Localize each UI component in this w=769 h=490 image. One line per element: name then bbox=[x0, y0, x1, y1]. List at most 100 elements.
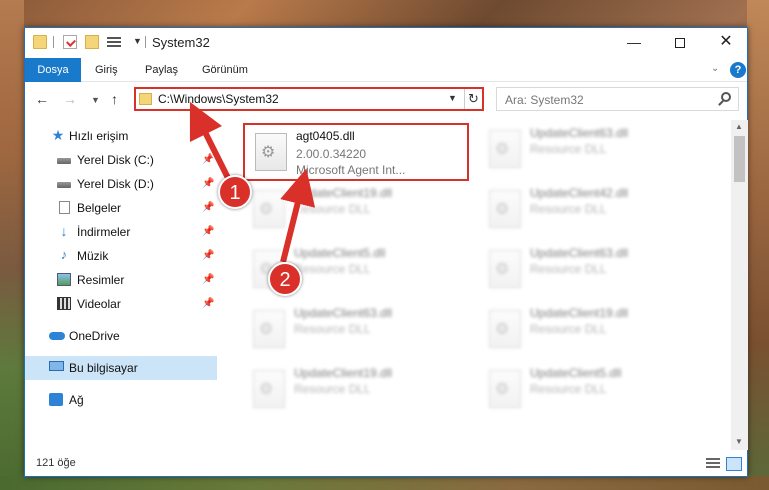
sidebar-item-network[interactable]: Ağ bbox=[25, 388, 217, 412]
file-name: UpdateClient19.dll bbox=[294, 186, 393, 200]
sidebar-item-label: Videolar bbox=[77, 297, 121, 311]
customize-quick-access-icon[interactable] bbox=[107, 35, 127, 49]
desktop-background-right bbox=[747, 0, 769, 490]
back-button[interactable]: ← bbox=[35, 91, 49, 107]
file-description: Microsoft Agent Int... bbox=[296, 163, 406, 177]
vertical-scrollbar[interactable]: ▲ ▼ bbox=[731, 120, 748, 450]
item-count: 121 öğe bbox=[36, 457, 76, 469]
documents-icon bbox=[59, 201, 70, 214]
sidebar-item-pictures[interactable]: Resimler 📌 bbox=[25, 268, 217, 292]
file-name: UpdateClient19.dll bbox=[530, 306, 629, 320]
sidebar-item-videos[interactable]: Videolar 📌 bbox=[25, 292, 217, 316]
sidebar-item-label: Yerel Disk (C:) bbox=[77, 153, 154, 167]
file-name: UpdateClient63.dll bbox=[530, 126, 629, 140]
address-path[interactable]: C:\Windows\System32 bbox=[158, 92, 279, 106]
file-type: Resource DLL bbox=[294, 322, 371, 336]
properties-icon[interactable] bbox=[63, 35, 77, 49]
quick-access-dropdown-icon[interactable]: ▼ bbox=[133, 36, 142, 46]
file-name: agt0405.dll bbox=[296, 129, 355, 143]
expand-ribbon-icon[interactable]: ⌄ bbox=[711, 63, 719, 74]
navigation-bar: ← → ▼ ↑ C:\Windows\System32 ▼ ↻ Ara: Sys… bbox=[25, 83, 747, 117]
sidebar-item-quick-access[interactable]: ★ Hızlı erişim bbox=[25, 124, 217, 148]
up-button[interactable]: ↑ bbox=[111, 91, 118, 107]
videos-icon bbox=[57, 297, 71, 310]
tab-view[interactable]: Görünüm bbox=[202, 58, 248, 82]
scroll-up-icon[interactable]: ▲ bbox=[735, 122, 743, 131]
status-bar: 121 öğe bbox=[25, 452, 747, 476]
file-name: UpdateClient42.dll bbox=[530, 186, 629, 200]
sidebar-item-music[interactable]: ♪ Müzik 📌 bbox=[25, 244, 217, 268]
pin-icon[interactable]: 📌 bbox=[202, 172, 214, 196]
file-item[interactable]: UpdateClient63.dll Resource DLL bbox=[479, 242, 709, 298]
file-item[interactable]: UpdateClient19.dll Resource DLL bbox=[243, 182, 473, 238]
file-type: Resource DLL bbox=[530, 202, 607, 216]
address-bar[interactable]: C:\Windows\System32 ▼ ↻ bbox=[134, 87, 484, 111]
file-name: UpdateClient63.dll bbox=[530, 246, 629, 260]
file-name: UpdateClient5.dll bbox=[294, 246, 386, 260]
window-title: System32 bbox=[152, 35, 210, 50]
sidebar-item-local-disk-d[interactable]: Yerel Disk (D:) 📌 bbox=[25, 172, 217, 196]
navigation-pane: ★ Hızlı erişim Yerel Disk (C:) 📌 Yerel D… bbox=[25, 120, 217, 450]
file-list: agt0405.dll 2.00.0.34220 Microsoft Agent… bbox=[233, 120, 727, 450]
file-item[interactable]: UpdateClient19.dll Resource DLL bbox=[243, 362, 473, 418]
help-icon[interactable]: ? bbox=[730, 62, 746, 78]
file-item[interactable]: UpdateClient19.dll Resource DLL bbox=[479, 302, 709, 358]
dll-file-icon bbox=[489, 310, 521, 348]
sidebar-item-downloads[interactable]: ↓ İndirmeler 📌 bbox=[25, 220, 217, 244]
new-folder-icon[interactable] bbox=[85, 35, 99, 49]
star-icon: ★ bbox=[51, 127, 65, 143]
dll-file-icon bbox=[489, 250, 521, 288]
pin-icon[interactable]: 📌 bbox=[202, 244, 214, 268]
file-name: UpdateClient63.dll bbox=[294, 306, 393, 320]
recent-locations-icon[interactable]: ▼ bbox=[91, 95, 100, 105]
sidebar-item-label: Belgeler bbox=[77, 201, 122, 215]
details-view-icon[interactable] bbox=[706, 458, 720, 470]
step-badge-1: 1 bbox=[218, 175, 252, 209]
file-item[interactable]: UpdateClient5.dll Resource DLL bbox=[479, 362, 709, 418]
file-item[interactable]: UpdateClient42.dll Resource DLL bbox=[479, 182, 709, 238]
forward-button[interactable]: → bbox=[63, 91, 77, 107]
sidebar-item-local-disk-c[interactable]: Yerel Disk (C:) 📌 bbox=[25, 148, 217, 172]
pin-icon[interactable]: 📌 bbox=[202, 196, 214, 220]
large-icons-view-icon[interactable] bbox=[726, 457, 742, 471]
pin-icon[interactable]: 📌 bbox=[202, 220, 214, 244]
network-icon bbox=[49, 393, 63, 406]
sidebar-item-documents[interactable]: Belgeler 📌 bbox=[25, 196, 217, 220]
search-input[interactable]: Ara: System32 bbox=[496, 87, 739, 111]
dll-file-icon bbox=[253, 310, 285, 348]
refresh-button[interactable]: ↻ bbox=[464, 89, 482, 109]
file-type: Resource DLL bbox=[530, 262, 607, 276]
file-item-highlighted[interactable]: agt0405.dll 2.00.0.34220 Microsoft Agent… bbox=[243, 123, 469, 181]
pin-icon[interactable]: 📌 bbox=[202, 148, 214, 172]
dll-file-icon bbox=[253, 190, 285, 228]
drive-icon bbox=[57, 182, 71, 188]
pin-icon[interactable]: 📌 bbox=[202, 268, 214, 292]
file-item[interactable]: UpdateClient63.dll Resource DLL bbox=[243, 302, 473, 358]
file-item[interactable]: UpdateClient63.dll Resource DLL bbox=[479, 122, 709, 178]
file-type: Resource DLL bbox=[530, 142, 607, 156]
pin-icon[interactable]: 📌 bbox=[202, 292, 214, 316]
tab-home[interactable]: Giriş bbox=[95, 58, 118, 82]
dll-file-icon bbox=[489, 370, 521, 408]
sidebar-item-label: Yerel Disk (D:) bbox=[77, 177, 154, 191]
scroll-down-icon[interactable]: ▼ bbox=[735, 437, 743, 446]
minimize-button[interactable]: — bbox=[611, 28, 657, 58]
maximize-button[interactable] bbox=[657, 28, 703, 58]
tab-file[interactable]: Dosya bbox=[25, 58, 81, 82]
computer-icon bbox=[49, 361, 64, 371]
scrollbar-thumb[interactable] bbox=[734, 136, 745, 182]
search-icon[interactable] bbox=[721, 92, 731, 102]
sidebar-item-onedrive[interactable]: OneDrive bbox=[25, 324, 217, 348]
file-version: 2.00.0.34220 bbox=[296, 147, 367, 161]
address-dropdown-icon[interactable]: ▼ bbox=[448, 93, 457, 103]
tab-share[interactable]: Paylaş bbox=[145, 58, 178, 82]
step-badge-2: 2 bbox=[268, 262, 302, 296]
folder-icon bbox=[33, 35, 47, 49]
file-explorer-window: ▼ System32 — ✕ Dosya Giriş Paylaş Görünü… bbox=[24, 27, 748, 477]
sidebar-item-this-pc[interactable]: Bu bilgisayar bbox=[25, 356, 217, 380]
close-button[interactable]: ✕ bbox=[703, 28, 749, 58]
file-type: Resource DLL bbox=[294, 202, 371, 216]
folder-icon bbox=[139, 93, 152, 105]
sidebar-item-label: Bu bilgisayar bbox=[69, 361, 138, 375]
maximize-icon bbox=[675, 38, 685, 49]
